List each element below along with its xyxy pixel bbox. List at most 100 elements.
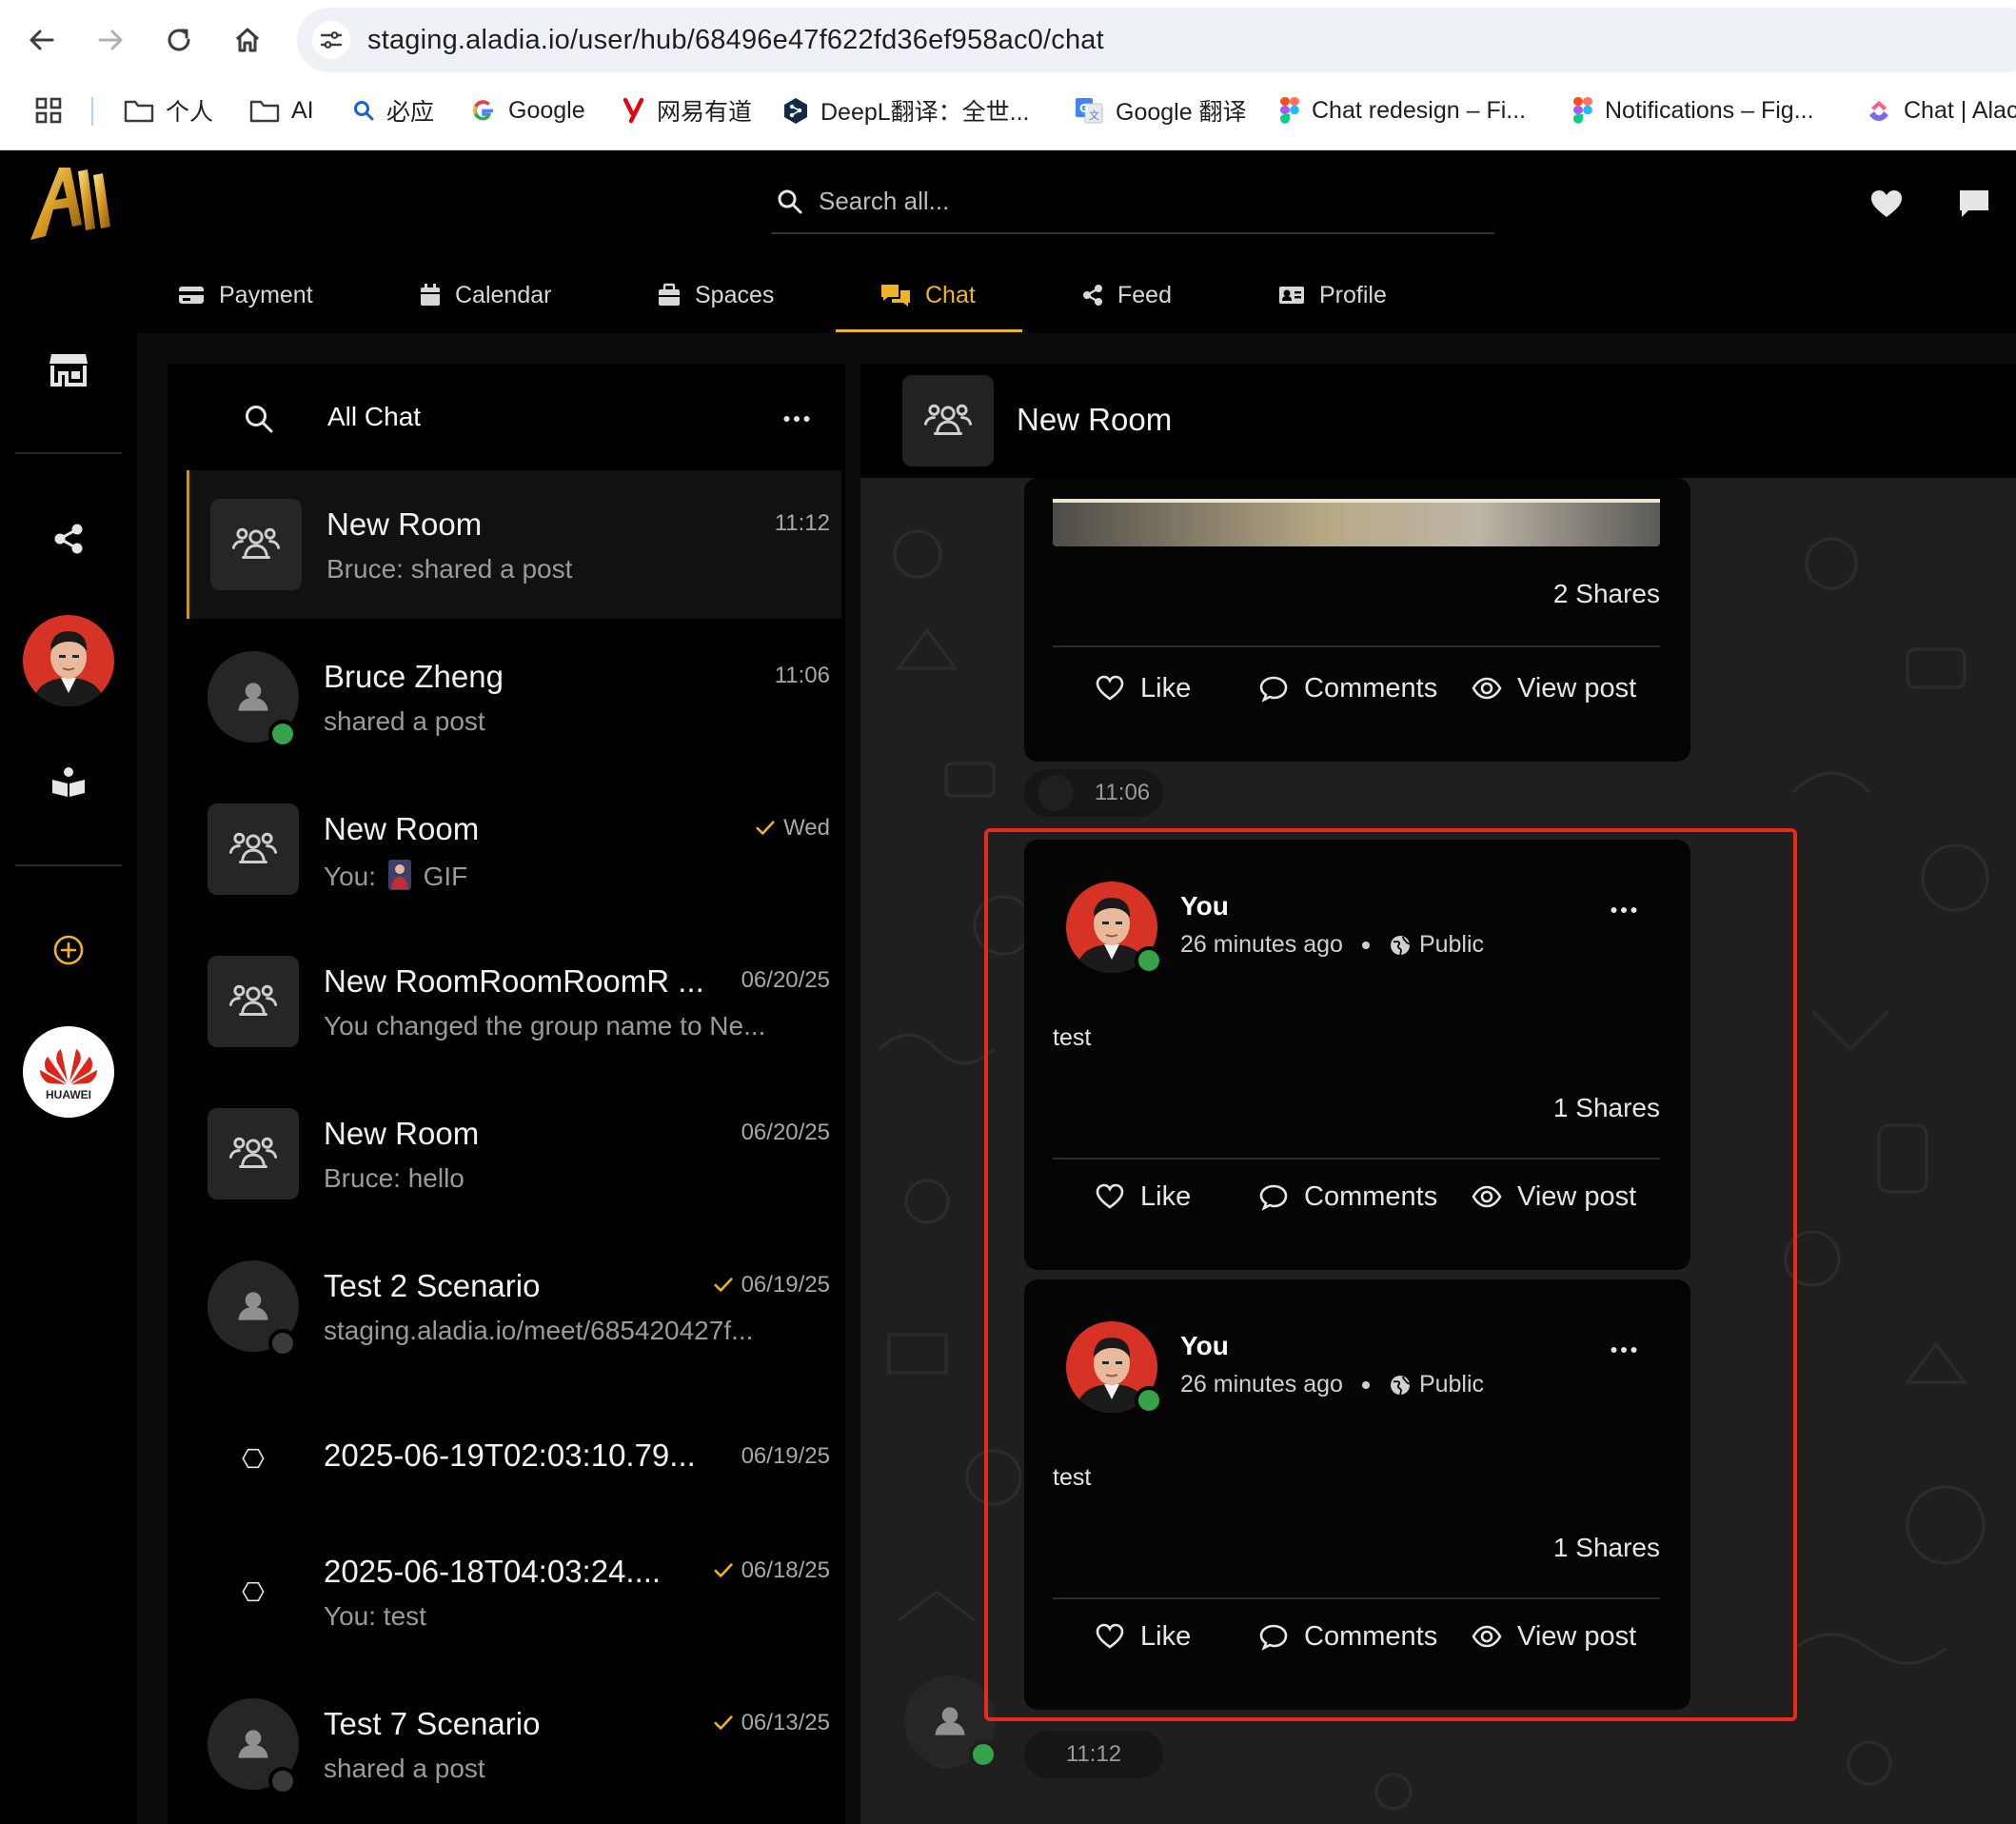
bookmark-label: Chat redesign – Fi... — [1312, 96, 1527, 124]
tab-calendar[interactable]: Calendar — [419, 255, 551, 335]
chat-list-item[interactable]: New Room Bruce: hello 06/20/25 — [187, 1080, 841, 1228]
more-horizontal-icon — [1610, 1346, 1638, 1354]
reload-button[interactable] — [158, 19, 200, 61]
bookmark-figma-chat-redesign[interactable]: Chat redesign – Fi... — [1279, 91, 1526, 129]
bookmark-google-translate[interactable]: G文 Google 翻译 — [1074, 91, 1247, 129]
profile-card-icon — [1277, 284, 1306, 307]
post-more-button[interactable] — [1605, 1340, 1643, 1359]
chat-list-item[interactable]: Bruce Zheng shared a post 11:06 — [187, 623, 841, 771]
like-label: Like — [1140, 1620, 1192, 1652]
view-post-button[interactable]: View post — [1472, 1173, 1636, 1220]
chat-list-item[interactable]: 2025-06-19T02:03:10.79... 06/19/25 — [187, 1384, 841, 1533]
tab-profile[interactable]: Profile — [1277, 255, 1387, 335]
rail-add-button[interactable] — [46, 927, 91, 973]
tab-payment[interactable]: Payment — [177, 255, 313, 335]
chat-list-item[interactable]: New RoomRoomRoomR ... You changed the gr… — [187, 927, 841, 1076]
eye-icon — [1472, 673, 1502, 704]
message-timestamp: 11:12 — [1024, 1731, 1163, 1778]
like-button[interactable]: Like — [1095, 1613, 1191, 1660]
message-text: GIF — [423, 862, 468, 891]
address-bar[interactable]: staging.aladia.io/user/hub/68496e47f622f… — [297, 8, 2016, 72]
chat-bubbles-icon — [880, 282, 912, 308]
tab-label: Feed — [1117, 281, 1172, 308]
post-text: test — [1053, 1024, 1092, 1051]
bookmark-deepl[interactable]: DeepL翻译：全世... — [782, 91, 1030, 129]
favorites-button[interactable] — [1868, 185, 1906, 223]
search-input[interactable]: Search all... — [819, 187, 949, 216]
aladia-logo[interactable] — [27, 158, 114, 249]
spaces-icon — [657, 283, 682, 307]
bookmark-youdao[interactable]: 网易有道 — [623, 91, 752, 129]
post-more-button[interactable] — [1605, 901, 1643, 920]
bookmark-folder-ai[interactable]: AI — [249, 91, 314, 129]
chat-name: 2025-06-19T02:03:10.79... — [324, 1437, 696, 1473]
view-post-button[interactable]: View post — [1472, 1613, 1636, 1660]
shared-post-card[interactable]: 2 Shares Like Comments View post — [1024, 478, 1690, 762]
like-button[interactable]: Like — [1095, 1173, 1191, 1220]
group-avatar — [208, 1108, 299, 1199]
chat-list-item[interactable]: New Room Bruce: shared a post 11:12 — [187, 470, 841, 619]
tab-feed[interactable]: Feed — [1081, 255, 1172, 335]
rail-learning-button[interactable] — [46, 760, 91, 805]
bookmark-bing[interactable]: 必应 — [352, 91, 434, 129]
chat-name: New Room — [324, 811, 480, 846]
comments-button[interactable]: Comments — [1258, 664, 1437, 712]
message-sender: You: — [324, 862, 377, 891]
site-info-icon[interactable] — [312, 21, 350, 59]
rail-share-button[interactable] — [46, 516, 91, 562]
chat-last-message: Bruce: hello — [324, 1163, 464, 1193]
bookmark-clickup-chat[interactable]: Chat | Alac — [1866, 91, 2016, 129]
rail-huawei-workspace[interactable]: HUAWEI — [23, 1026, 114, 1118]
rail-user-avatar[interactable] — [23, 615, 114, 706]
chat-list-item[interactable]: Test 7 Scenario shared a post 06/13/25 — [187, 1670, 841, 1818]
chat-search-icon[interactable] — [244, 404, 274, 434]
comments-label: Comments — [1304, 672, 1438, 704]
comments-button[interactable]: Comments — [1258, 1173, 1437, 1220]
folder-icon — [249, 98, 280, 123]
rail-store-button[interactable] — [46, 347, 91, 392]
card-divider — [1053, 1158, 1660, 1160]
chat-list-item[interactable]: 2025-06-18T04:03:24.... You: test 06/18/… — [187, 1517, 841, 1666]
post-author-name[interactable]: You — [1180, 1331, 1229, 1361]
heart-outline-icon — [1095, 673, 1125, 704]
figma-icon — [1279, 96, 1300, 125]
shared-post-card[interactable]: You 26 minutes ago Public test 1 Shares … — [1024, 1279, 1690, 1710]
read-check-icon — [713, 1713, 734, 1734]
bookmark-figma-notifications[interactable]: Notifications – Fig... — [1572, 91, 1814, 129]
bookmark-google[interactable]: Google — [470, 91, 585, 129]
tab-chat[interactable]: Chat — [880, 255, 976, 335]
chat-list-item[interactable]: New Room You: GIF Wed — [187, 775, 841, 923]
like-button[interactable]: Like — [1095, 664, 1191, 712]
chat-last-message: You: test — [324, 1601, 426, 1631]
room-avatar[interactable] — [902, 375, 994, 466]
chat-time: 06/18/25 — [713, 1557, 830, 1584]
apps-grid-button[interactable] — [34, 91, 63, 129]
messages-button[interactable] — [1955, 185, 1993, 223]
tab-label: Profile — [1319, 281, 1387, 308]
chat-list-header: All Chat — [168, 364, 845, 466]
global-search[interactable]: Search all... — [771, 150, 1494, 234]
chat-time-text: 06/19/25 — [741, 1272, 830, 1298]
forward-button[interactable] — [89, 19, 131, 61]
comments-button[interactable]: Comments — [1258, 1613, 1437, 1660]
view-post-button[interactable]: View post — [1472, 664, 1636, 712]
back-button[interactable] — [21, 19, 63, 61]
home-icon — [235, 28, 260, 52]
reload-icon — [168, 29, 190, 51]
room-title[interactable]: New Room — [1017, 402, 1172, 438]
bookmark-folder-personal[interactable]: 个人 — [124, 91, 213, 129]
post-author-name[interactable]: You — [1180, 891, 1229, 922]
bookmark-label: DeepL翻译：全世... — [820, 99, 1030, 126]
sender-avatar-ghost — [1038, 775, 1074, 811]
bookmark-label: Chat | Alac — [1904, 96, 2016, 124]
home-button[interactable] — [227, 19, 268, 61]
post-actions: Like Comments View post — [1053, 664, 1660, 712]
bookmark-label: AI — [291, 96, 314, 124]
url-text[interactable]: staging.aladia.io/user/hub/68496e47f622f… — [367, 25, 1104, 56]
chat-messages[interactable]: 2 Shares Like Comments View post 11:06 Y… — [860, 478, 2016, 1824]
online-status-dot — [969, 1740, 998, 1769]
shared-post-card[interactable]: You 26 minutes ago Public test 1 Shares … — [1024, 840, 1690, 1270]
chat-list-item[interactable]: Test 2 Scenario staging.aladia.io/meet/6… — [187, 1232, 841, 1380]
chat-list-more-icon[interactable] — [782, 415, 811, 423]
tab-spaces[interactable]: Spaces — [657, 255, 774, 335]
